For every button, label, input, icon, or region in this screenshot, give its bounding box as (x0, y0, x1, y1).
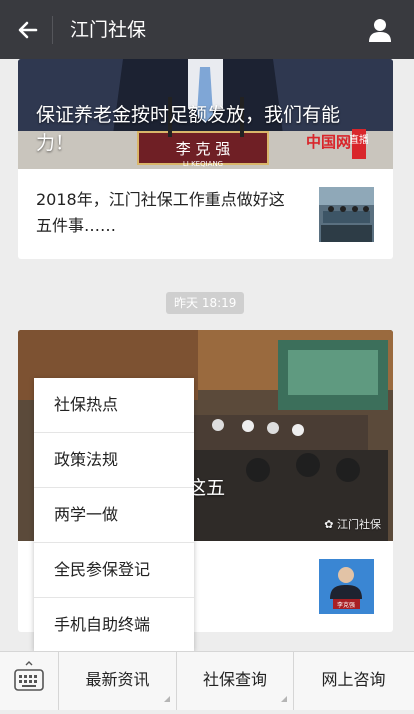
speaker-pinyin: LI KEQIANG (183, 160, 223, 168)
top-bar: 江门社保 (0, 0, 414, 59)
menu-item[interactable]: 政策法规 (34, 433, 194, 488)
tab-social-security-query[interactable]: 社保查询 (177, 652, 294, 710)
bottom-menu-bar: 最新资讯 社保查询 网上咨询 (0, 651, 414, 710)
watermark-text: 江门社保 (337, 518, 381, 531)
header-separator (52, 16, 53, 44)
page-title: 江门社保 (70, 19, 147, 41)
tab-label: 社保查询 (202, 670, 267, 689)
submenu-popup: 社保热点 政策法规 两学一做 全民参保登记 手机自助终端 (34, 378, 194, 651)
message-timestamp: 昨天 18:19 (166, 292, 245, 314)
tab-latest-news[interactable]: 最新资讯 (59, 652, 177, 710)
back-button[interactable] (14, 16, 42, 44)
wechat-watermark: ✿ 江门社保 (324, 518, 381, 531)
person-icon (369, 19, 391, 42)
menu-item[interactable]: 两学一做 (34, 488, 194, 543)
submenu-indicator-icon (281, 696, 287, 702)
keyboard-icon (14, 661, 44, 691)
tab-label: 网上咨询 (321, 670, 386, 689)
article-hero-caption: 保证养老金按时足额发放，我们有能力！ (36, 104, 341, 154)
menu-item[interactable]: 社保热点 (34, 378, 194, 433)
article-thumbnail: 李克强 (319, 559, 374, 614)
article-hero-image[interactable]: 李 克 强 LI KEQIANG 中国网 直播 保证养老金按时足额发放，我们有能… (18, 59, 393, 169)
keyboard-toggle-button[interactable] (0, 652, 59, 710)
tab-label: 最新资讯 (85, 670, 150, 689)
article-card[interactable]: 李 克 强 LI KEQIANG 中国网 直播 保证养老金按时足额发放，我们有能… (18, 59, 393, 259)
article-sub-row[interactable]: 2018年，江门社保工作重点做好这五件事…… (18, 169, 393, 259)
menu-item[interactable]: 全民参保登记 (34, 543, 194, 598)
arrow-left-icon (18, 21, 38, 39)
article-thumbnail (319, 187, 374, 242)
article-sub-title: 2018年，江门社保工作重点做好这五件事…… (36, 190, 285, 235)
tab-online-consult[interactable]: 网上咨询 (294, 652, 413, 710)
profile-button[interactable] (366, 16, 394, 44)
menu-item[interactable]: 手机自助终端 (34, 598, 194, 652)
thumb-nameplate: 李克强 (337, 601, 355, 609)
submenu-indicator-icon (164, 696, 170, 702)
